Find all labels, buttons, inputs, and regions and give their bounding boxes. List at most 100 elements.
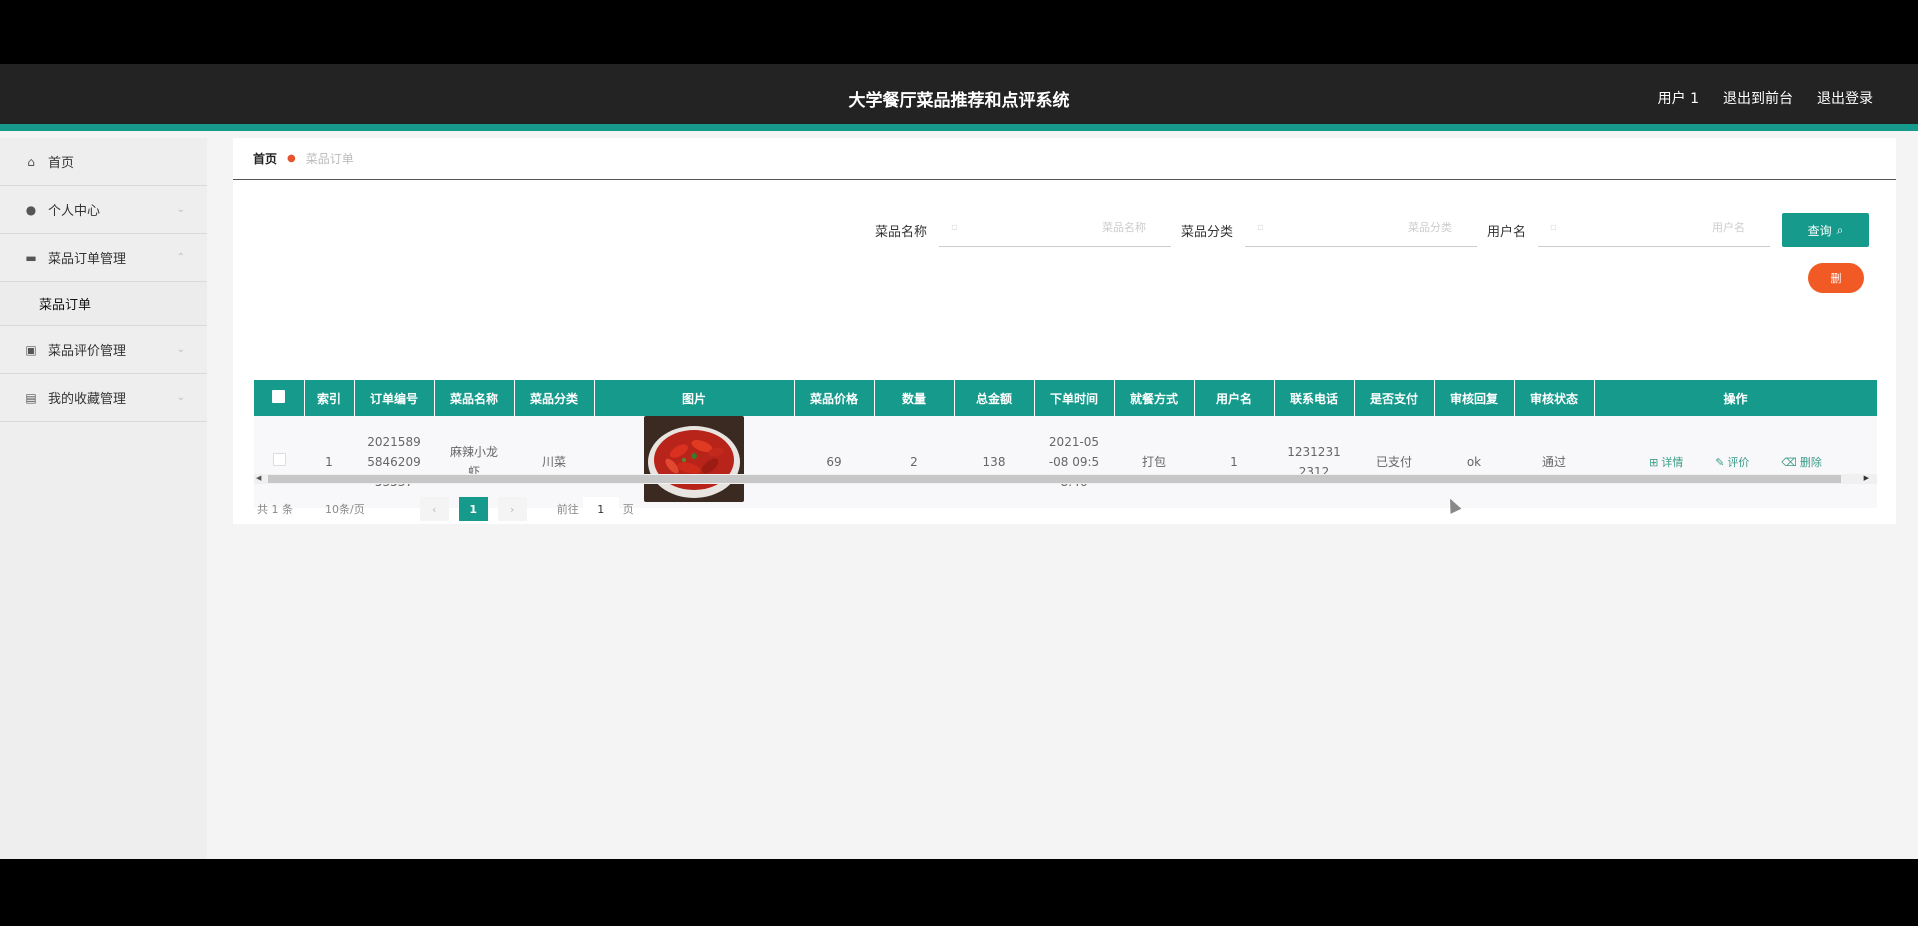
prev-page-button[interactable]: ‹ — [419, 497, 449, 521]
order-time-line: 2021-05 — [1048, 435, 1100, 449]
column-header: 总金额 — [954, 380, 1035, 416]
column-header: 菜品价格 — [794, 380, 875, 416]
breadcrumb: 首页 ● 菜品订单 — [233, 138, 1896, 180]
sidebar-item-label: 菜品评价管理 — [48, 344, 127, 359]
actions-cell: ⊞ 详情 ✎ 评价 ⌫ 删除 — [1594, 416, 1877, 508]
dish-name-label: 菜品名称 — [874, 224, 927, 240]
price-cell: 69 — [794, 416, 874, 508]
scroll-left-icon[interactable]: ◀ — [256, 474, 261, 482]
column-header: 图片 — [594, 380, 795, 416]
field-icon: ▫ — [1550, 222, 1557, 233]
page-unit-label: 页 — [622, 503, 634, 516]
breadcrumb-home[interactable]: 首页 — [253, 150, 277, 167]
order-no-line: 2021589 — [367, 435, 421, 449]
sidebar-item-order-management[interactable]: ▬ 菜品订单管理 ⌃ — [0, 234, 207, 282]
sidebar-item-favorites[interactable]: ▤ 我的收藏管理 ⌄ — [0, 374, 207, 422]
column-header: 用户名 — [1194, 380, 1275, 416]
delete-button[interactable]: ⌫ 删除 — [1781, 453, 1822, 473]
chevron-down-icon: ⌄ — [176, 392, 185, 403]
column-header: 就餐方式 — [1114, 380, 1195, 416]
sidebar-item-profile[interactable]: ● 个人中心 ⌄ — [0, 186, 207, 234]
sidebar-item-label: 个人中心 — [48, 204, 101, 219]
orders-table: 索引 订单编号 菜品名称 菜品分类 图片 菜品价格 数量 总金额 下单时间 就餐… — [254, 380, 1878, 508]
phone-cell: 1231231 2312 — [1274, 416, 1354, 508]
total-cell: 138 — [954, 416, 1034, 508]
dish-name-input[interactable] — [995, 221, 1146, 234]
app-window: 大学餐厅菜品推荐和点评系统 用户 1 退出到前台 退出登录 ⌂ 首页 ● 个人中… — [0, 64, 1918, 859]
column-header: 操作 — [1594, 380, 1878, 416]
edit-icon: ✎ — [1715, 455, 1725, 469]
header-nav: 用户 1 退出到前台 退出登录 — [1658, 88, 1873, 108]
select-all-checkbox[interactable] — [272, 390, 286, 403]
horizontal-scrollbar[interactable]: ◀ ▶ — [254, 474, 1877, 484]
goto-label: 前往 — [556, 503, 579, 516]
order-time-line: -08 09:5 — [1048, 455, 1100, 469]
order-no-line: 5846209 — [367, 455, 421, 469]
search-icon: ⌕ — [1836, 222, 1844, 237]
query-button[interactable]: 查询 ⌕ — [1782, 213, 1869, 247]
column-header: 审核状态 — [1514, 380, 1595, 416]
column-header: 是否支付 — [1354, 380, 1435, 416]
detail-button[interactable]: ⊞ 详情 — [1649, 453, 1683, 473]
exit-to-front-link[interactable]: 退出到前台 — [1723, 88, 1793, 108]
current-user-link[interactable]: 用户 1 — [1658, 88, 1699, 108]
app-title: 大学餐厅菜品推荐和点评系统 — [848, 91, 1070, 111]
field-icon: ▫ — [1256, 222, 1264, 233]
review-label: 评价 — [1727, 455, 1750, 469]
reply-cell: ok — [1434, 416, 1514, 508]
row-checkbox[interactable] — [272, 453, 286, 466]
username-input[interactable] — [1595, 221, 1745, 234]
query-button-label: 查询 — [1807, 223, 1832, 238]
breadcrumb-current: 菜品订单 — [305, 152, 354, 166]
status-cell: 通过 — [1514, 416, 1594, 508]
order-no-cell: 2021589 5846209 53537 — [354, 416, 434, 508]
page-number-button[interactable]: 1 — [458, 497, 488, 521]
main-panel: 首页 ● 菜品订单 菜品名称 ▫ 菜品分类 ▫ 用户名 ▫ 查询 ⌕ — [233, 138, 1896, 524]
order-icon: ▬ — [25, 250, 37, 265]
sidebar-item-label: 首页 — [48, 156, 75, 171]
total-count: 共 1 条 — [257, 503, 293, 516]
chevron-down-icon: ⌄ — [176, 344, 185, 355]
category-input[interactable] — [1301, 221, 1452, 234]
category-label: 菜品分类 — [1180, 224, 1233, 240]
category-cell: 川菜 — [514, 416, 594, 508]
dish-name-field: ▫ — [938, 213, 1171, 247]
logout-link[interactable]: 退出登录 — [1817, 88, 1873, 108]
goto-page-input[interactable] — [582, 497, 619, 521]
sidebar-item-review-management[interactable]: ▣ 菜品评价管理 ⌄ — [0, 326, 207, 374]
chevron-down-icon: ⌄ — [176, 204, 185, 215]
field-icon: ▫ — [950, 222, 958, 233]
dining-cell: 打包 — [1114, 416, 1194, 508]
image-cell — [594, 416, 794, 508]
breadcrumb-separator-icon: ● — [287, 153, 296, 164]
table-row: 1 2021589 5846209 53537 麻辣小龙 虾 川菜 — [254, 416, 1877, 508]
quantity-cell: 2 — [874, 416, 954, 508]
paid-cell: 已支付 — [1354, 416, 1434, 508]
dish-name-line: 麻辣小龙 — [449, 445, 498, 459]
batch-delete-button[interactable]: 删 — [1808, 263, 1864, 293]
row-select-cell — [254, 416, 304, 508]
user-icon: ● — [25, 202, 37, 217]
dish-image — [644, 416, 744, 502]
column-header: 索引 — [304, 380, 355, 416]
index-cell: 1 — [304, 416, 354, 508]
select-all-header[interactable] — [254, 380, 305, 416]
scrollbar-thumb[interactable] — [268, 475, 1841, 483]
sidebar-item-label: 我的收藏管理 — [48, 392, 127, 407]
username-field: ▫ — [1538, 213, 1770, 247]
column-header: 菜品分类 — [514, 380, 595, 416]
sidebar-item-home[interactable]: ⌂ 首页 — [0, 138, 207, 186]
top-header: 大学餐厅菜品推荐和点评系统 用户 1 退出到前台 退出登录 — [0, 64, 1918, 131]
detail-icon: ⊞ — [1649, 455, 1659, 469]
column-header: 审核回复 — [1434, 380, 1515, 416]
column-header: 订单编号 — [354, 380, 435, 416]
comment-icon: ▣ — [25, 342, 37, 357]
chevron-up-icon: ⌃ — [176, 252, 185, 263]
page-size-select[interactable]: 10条/页 — [325, 501, 365, 517]
dish-name-cell: 麻辣小龙 虾 — [434, 416, 514, 508]
column-header: 菜品名称 — [434, 380, 515, 416]
review-button[interactable]: ✎ 评价 — [1715, 453, 1749, 473]
next-page-button[interactable]: › — [497, 497, 527, 521]
scroll-right-icon[interactable]: ▶ — [1864, 474, 1869, 482]
sidebar-subitem-orders[interactable]: 菜品订单 — [0, 282, 207, 326]
